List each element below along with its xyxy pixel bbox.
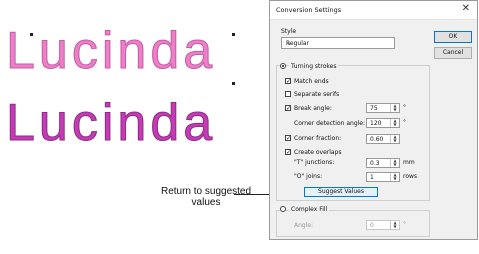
corner-fraction-label: Corner fraction: xyxy=(294,135,342,142)
lettering-line-2: Lucinda xyxy=(6,94,216,152)
match-ends-label: Match ends xyxy=(294,78,329,85)
suggest-values-button[interactable]: Suggest Values xyxy=(304,187,378,197)
chevron-down-icon: ⌄ xyxy=(286,39,292,47)
complex-fill-radio[interactable] xyxy=(280,206,286,212)
t-junctions-unit: mm xyxy=(403,159,415,166)
spinner-arrows-icon[interactable]: ▲ ▼ xyxy=(390,173,399,181)
ok-button[interactable]: OK xyxy=(434,31,472,43)
t-junctions-label: "T" junctions: xyxy=(294,159,335,166)
turning-strokes-group xyxy=(276,65,430,201)
corner-fraction-value: 0.60 xyxy=(370,136,384,143)
style-label: Style xyxy=(281,28,297,35)
separate-serifs-label: Separate serifs xyxy=(294,91,340,98)
dialog-titlebar: Conversion Settings ✕ xyxy=(270,1,477,20)
spinner-arrows-icon[interactable]: ▲ ▼ xyxy=(390,119,399,127)
create-overlaps-checkbox[interactable]: ✓ xyxy=(285,149,291,156)
spinner-arrows-icon[interactable]: ▲ ▼ xyxy=(390,159,399,167)
separate-serifs-checkbox[interactable] xyxy=(285,91,291,97)
o-joins-unit: rows xyxy=(403,173,418,180)
corner-fraction-spinner[interactable]: 0.60 ▲ ▼ xyxy=(366,134,400,144)
turning-strokes-radio[interactable] xyxy=(280,63,286,69)
angle-unit: ° xyxy=(403,221,406,228)
complex-fill-label: Complex Fill xyxy=(289,206,330,213)
dialog-title: Conversion Settings xyxy=(276,6,342,14)
break-angle-checkbox[interactable]: ✓ xyxy=(285,105,291,112)
callout-line-1: Return to suggested xyxy=(160,186,252,197)
t-junctions-spinner[interactable]: 0.3 ▲ ▼ xyxy=(366,158,400,168)
angle-value: 0 xyxy=(370,222,374,229)
cancel-button[interactable]: Cancel xyxy=(434,47,472,59)
break-angle-unit: ° xyxy=(403,104,406,111)
spinner-arrows-icon[interactable]: ▲ ▼ xyxy=(390,221,399,229)
o-joins-spinner[interactable]: 1 ▲ ▼ xyxy=(366,172,400,182)
corner-detection-value: 120 xyxy=(370,120,382,127)
angle-spinner[interactable]: 0 ▲ ▼ xyxy=(366,220,400,230)
angle-label: Angle: xyxy=(294,222,314,229)
create-overlaps-label: Create overlaps xyxy=(294,149,342,156)
style-select[interactable]: Regular ⌄ xyxy=(281,37,395,49)
break-angle-spinner[interactable]: 75 ▲ ▼ xyxy=(366,103,400,113)
callout-line-2: values xyxy=(191,197,221,208)
corner-detection-unit: ° xyxy=(403,119,406,126)
callout-text: Return to suggested values xyxy=(150,186,262,208)
t-junctions-value: 0.3 xyxy=(370,160,380,167)
lettering-artwork: Lucinda Lucinda xyxy=(6,22,235,153)
corner-detection-spinner[interactable]: 120 ▲ ▼ xyxy=(366,118,400,128)
conversion-settings-dialog: Conversion Settings ✕ Style Regular ⌄ OK… xyxy=(269,0,478,240)
o-joins-value: 1 xyxy=(370,174,374,181)
break-angle-label: Break angle: xyxy=(294,105,332,112)
spinner-arrows-icon[interactable]: ▲ ▼ xyxy=(390,135,399,143)
corner-fraction-checkbox[interactable]: ✓ xyxy=(285,135,291,142)
close-icon[interactable]: ✕ xyxy=(462,4,470,14)
spinner-arrows-icon[interactable]: ▲ ▼ xyxy=(390,104,399,112)
lettering-line-1: Lucinda xyxy=(6,22,216,80)
match-ends-checkbox[interactable]: ✓ xyxy=(285,78,291,85)
callout-leader-line xyxy=(234,194,274,195)
corner-detection-label: Corner detection angle: xyxy=(294,120,366,127)
turning-strokes-label: Turning strokes xyxy=(289,63,339,70)
o-joins-label: "O" joins: xyxy=(294,173,323,180)
break-angle-value: 75 xyxy=(370,105,378,112)
